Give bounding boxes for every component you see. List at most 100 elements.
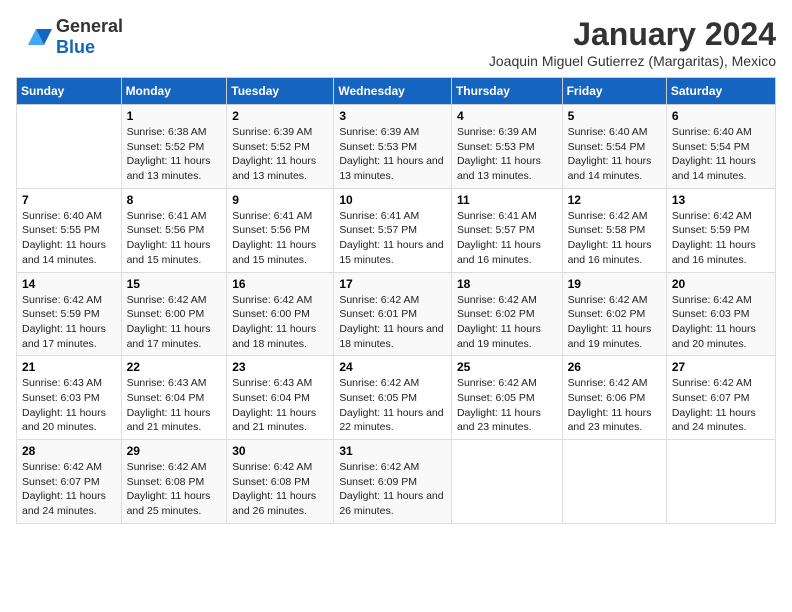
day-number: 31 — [339, 444, 446, 458]
day-info: Sunrise: 6:42 AM Sunset: 5:59 PM Dayligh… — [22, 293, 116, 352]
day-number: 5 — [568, 109, 661, 123]
day-number: 18 — [457, 277, 557, 291]
week-row-2: 14 Sunrise: 6:42 AM Sunset: 5:59 PM Dayli… — [17, 272, 776, 356]
day-info: Sunrise: 6:42 AM Sunset: 6:05 PM Dayligh… — [339, 376, 446, 435]
day-number: 9 — [232, 193, 328, 207]
header: General Blue January 2024 Joaquin Miguel… — [16, 16, 776, 69]
calendar-cell: 1 Sunrise: 6:38 AM Sunset: 5:52 PM Daylig… — [121, 105, 227, 189]
calendar-cell: 14 Sunrise: 6:42 AM Sunset: 5:59 PM Dayli… — [17, 272, 122, 356]
calendar-table: SundayMondayTuesdayWednesdayThursdayFrid… — [16, 77, 776, 524]
day-info: Sunrise: 6:41 AM Sunset: 5:56 PM Dayligh… — [232, 209, 328, 268]
header-monday: Monday — [121, 78, 227, 105]
calendar-cell: 18 Sunrise: 6:42 AM Sunset: 6:02 PM Dayli… — [451, 272, 562, 356]
day-number: 7 — [22, 193, 116, 207]
header-thursday: Thursday — [451, 78, 562, 105]
day-info: Sunrise: 6:40 AM Sunset: 5:54 PM Dayligh… — [672, 125, 770, 184]
calendar-cell: 29Sunrise: 6:42 AM Sunset: 6:08 PM Dayli… — [121, 440, 227, 524]
day-info: Sunrise: 6:40 AM Sunset: 5:54 PM Dayligh… — [568, 125, 661, 184]
calendar-cell — [451, 440, 562, 524]
calendar-header-row: SundayMondayTuesdayWednesdayThursdayFrid… — [17, 78, 776, 105]
logo-icon — [16, 25, 52, 49]
header-saturday: Saturday — [666, 78, 775, 105]
calendar-cell: 23Sunrise: 6:43 AM Sunset: 6:04 PM Dayli… — [227, 356, 334, 440]
calendar-cell: 5 Sunrise: 6:40 AM Sunset: 5:54 PM Daylig… — [562, 105, 666, 189]
calendar-cell: 17Sunrise: 6:42 AM Sunset: 6:01 PM Dayli… — [334, 272, 452, 356]
calendar-cell: 13 Sunrise: 6:42 AM Sunset: 5:59 PM Dayli… — [666, 188, 775, 272]
day-info: Sunrise: 6:42 AM Sunset: 6:02 PM Dayligh… — [457, 293, 557, 352]
day-info: Sunrise: 6:41 AM Sunset: 5:56 PM Dayligh… — [127, 209, 222, 268]
day-info: Sunrise: 6:42 AM Sunset: 6:06 PM Dayligh… — [568, 376, 661, 435]
week-row-1: 7 Sunrise: 6:40 AM Sunset: 5:55 PM Daylig… — [17, 188, 776, 272]
day-number: 1 — [127, 109, 222, 123]
day-info: Sunrise: 6:42 AM Sunset: 6:00 PM Dayligh… — [232, 293, 328, 352]
calendar-cell: 15 Sunrise: 6:42 AM Sunset: 6:00 PM Dayli… — [121, 272, 227, 356]
calendar-cell: 7 Sunrise: 6:40 AM Sunset: 5:55 PM Daylig… — [17, 188, 122, 272]
calendar-cell: 21Sunrise: 6:43 AM Sunset: 6:03 PM Dayli… — [17, 356, 122, 440]
calendar-cell: 12 Sunrise: 6:42 AM Sunset: 5:58 PM Dayli… — [562, 188, 666, 272]
calendar-cell: 16Sunrise: 6:42 AM Sunset: 6:00 PM Dayli… — [227, 272, 334, 356]
day-number: 10 — [339, 193, 446, 207]
calendar-cell: 27 Sunrise: 6:42 AM Sunset: 6:07 PM Dayli… — [666, 356, 775, 440]
day-number: 11 — [457, 193, 557, 207]
calendar-cell: 26 Sunrise: 6:42 AM Sunset: 6:06 PM Dayli… — [562, 356, 666, 440]
day-info: Sunrise: 6:41 AM Sunset: 5:57 PM Dayligh… — [339, 209, 446, 268]
day-info: Sunrise: 6:41 AM Sunset: 5:57 PM Dayligh… — [457, 209, 557, 268]
day-info: Sunrise: 6:39 AM Sunset: 5:53 PM Dayligh… — [339, 125, 446, 184]
calendar-cell: 10 Sunrise: 6:41 AM Sunset: 5:57 PM Dayli… — [334, 188, 452, 272]
day-number: 25 — [457, 360, 557, 374]
day-number: 17 — [339, 277, 446, 291]
calendar-title: January 2024 — [489, 16, 776, 53]
day-info: Sunrise: 6:42 AM Sunset: 6:09 PM Dayligh… — [339, 460, 446, 519]
day-number: 27 — [672, 360, 770, 374]
calendar-cell: 9 Sunrise: 6:41 AM Sunset: 5:56 PM Daylig… — [227, 188, 334, 272]
calendar-cell — [666, 440, 775, 524]
calendar-cell: 28 Sunrise: 6:42 AM Sunset: 6:07 PM Dayli… — [17, 440, 122, 524]
day-number: 2 — [232, 109, 328, 123]
calendar-cell: 22 Sunrise: 6:43 AM Sunset: 6:04 PM Dayli… — [121, 356, 227, 440]
day-number: 14 — [22, 277, 116, 291]
day-number: 20 — [672, 277, 770, 291]
day-number: 12 — [568, 193, 661, 207]
day-info: Sunrise: 6:40 AM Sunset: 5:55 PM Dayligh… — [22, 209, 116, 268]
header-friday: Friday — [562, 78, 666, 105]
calendar-cell — [17, 105, 122, 189]
week-row-3: 21Sunrise: 6:43 AM Sunset: 6:03 PM Dayli… — [17, 356, 776, 440]
day-number: 28 — [22, 444, 116, 458]
day-number: 23 — [232, 360, 328, 374]
day-number: 13 — [672, 193, 770, 207]
day-number: 3 — [339, 109, 446, 123]
calendar-cell: 24 Sunrise: 6:42 AM Sunset: 6:05 PM Dayli… — [334, 356, 452, 440]
calendar-cell: 11 Sunrise: 6:41 AM Sunset: 5:57 PM Dayli… — [451, 188, 562, 272]
day-info: Sunrise: 6:42 AM Sunset: 6:07 PM Dayligh… — [22, 460, 116, 519]
day-info: Sunrise: 6:42 AM Sunset: 5:58 PM Dayligh… — [568, 209, 661, 268]
day-number: 15 — [127, 277, 222, 291]
day-info: Sunrise: 6:42 AM Sunset: 6:08 PM Dayligh… — [127, 460, 222, 519]
day-info: Sunrise: 6:38 AM Sunset: 5:52 PM Dayligh… — [127, 125, 222, 184]
title-area: January 2024 Joaquin Miguel Gutierrez (M… — [489, 16, 776, 69]
day-info: Sunrise: 6:43 AM Sunset: 6:04 PM Dayligh… — [127, 376, 222, 435]
calendar-cell: 20 Sunrise: 6:42 AM Sunset: 6:03 PM Dayli… — [666, 272, 775, 356]
day-number: 4 — [457, 109, 557, 123]
calendar-cell: 8 Sunrise: 6:41 AM Sunset: 5:56 PM Daylig… — [121, 188, 227, 272]
day-number: 24 — [339, 360, 446, 374]
day-info: Sunrise: 6:42 AM Sunset: 6:07 PM Dayligh… — [672, 376, 770, 435]
header-tuesday: Tuesday — [227, 78, 334, 105]
calendar-cell: 2 Sunrise: 6:39 AM Sunset: 5:52 PM Daylig… — [227, 105, 334, 189]
day-info: Sunrise: 6:39 AM Sunset: 5:52 PM Dayligh… — [232, 125, 328, 184]
day-number: 22 — [127, 360, 222, 374]
day-info: Sunrise: 6:42 AM Sunset: 6:00 PM Dayligh… — [127, 293, 222, 352]
calendar-cell: 25 Sunrise: 6:42 AM Sunset: 6:05 PM Dayli… — [451, 356, 562, 440]
week-row-0: 1 Sunrise: 6:38 AM Sunset: 5:52 PM Daylig… — [17, 105, 776, 189]
day-info: Sunrise: 6:42 AM Sunset: 5:59 PM Dayligh… — [672, 209, 770, 268]
calendar-cell: 3 Sunrise: 6:39 AM Sunset: 5:53 PM Daylig… — [334, 105, 452, 189]
day-number: 6 — [672, 109, 770, 123]
day-info: Sunrise: 6:42 AM Sunset: 6:02 PM Dayligh… — [568, 293, 661, 352]
logo: General Blue — [16, 16, 123, 58]
day-number: 30 — [232, 444, 328, 458]
day-number: 21 — [22, 360, 116, 374]
day-info: Sunrise: 6:42 AM Sunset: 6:05 PM Dayligh… — [457, 376, 557, 435]
day-number: 26 — [568, 360, 661, 374]
day-number: 8 — [127, 193, 222, 207]
day-info: Sunrise: 6:42 AM Sunset: 6:03 PM Dayligh… — [672, 293, 770, 352]
header-sunday: Sunday — [17, 78, 122, 105]
